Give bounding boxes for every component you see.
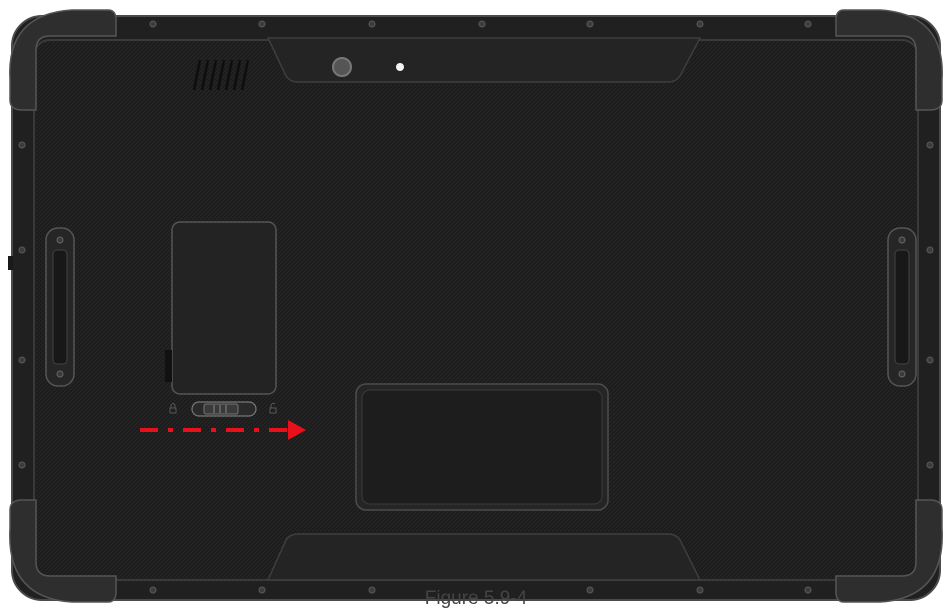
camera-flash-icon [396,63,404,71]
tablet-figure: Figure 5.9-4 [0,0,952,609]
right-side-handle [887,227,917,387]
left-side-handle [45,227,75,387]
battery-tab [165,350,172,382]
left-side-port [8,256,13,270]
camera-lens-icon [332,57,352,77]
figure-caption: Figure 5.9-4 [424,588,528,609]
battery-cover [171,221,277,395]
camera-bar [266,37,702,83]
dock-pad-inner [361,389,603,505]
tablet-illustration [8,9,943,603]
bottom-bar [266,533,702,581]
battery-latch [191,401,257,417]
